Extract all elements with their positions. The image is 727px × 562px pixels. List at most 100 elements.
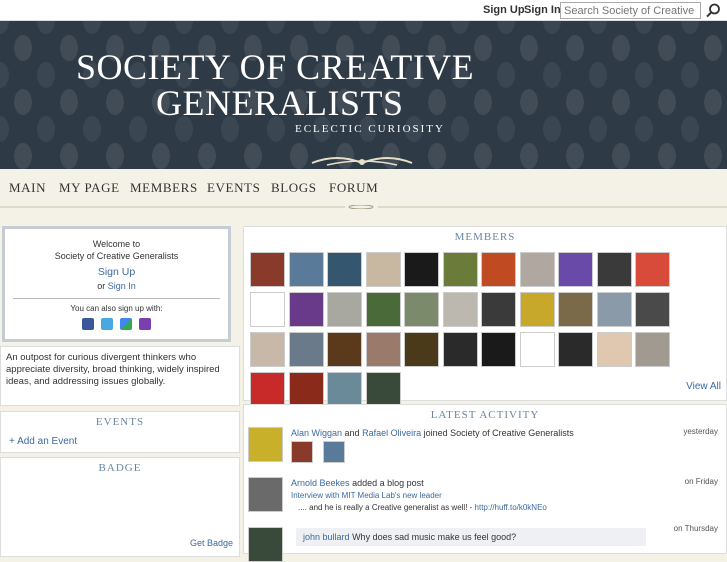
nav-events[interactable]: EVENTS (207, 180, 260, 196)
and-text: and (344, 428, 360, 438)
signin-link[interactable]: Sign In (524, 4, 561, 16)
member-avatar[interactable] (288, 332, 324, 367)
member-avatar[interactable] (250, 372, 285, 407)
facebook-icon[interactable] (81, 318, 94, 330)
members-box: MEMBERS View All (243, 226, 727, 407)
member-avatar[interactable] (365, 332, 401, 367)
activity-post-title: Interview with MIT Media Lab's new leade… (291, 491, 442, 500)
activity-user-link[interactable]: Rafael Oliveira (362, 428, 421, 438)
get-badge-link[interactable]: Get Badge (190, 538, 233, 548)
top-bar: Sign Up Sign In (0, 0, 727, 21)
excerpt-link[interactable]: http://huff.to/k0kNEo (475, 503, 547, 512)
member-avatar[interactable] (327, 252, 362, 287)
member-avatar[interactable] (519, 332, 555, 367)
google-icon[interactable] (120, 318, 133, 330)
social-signup-icons (5, 318, 228, 332)
welcome-line: Welcome to (92, 239, 141, 249)
activity-item: john bullard Why does sad music make us … (248, 524, 718, 562)
member-avatar[interactable] (481, 252, 516, 287)
site-title-line1: SOCIETY OF CREATIVE (76, 47, 475, 87)
nav-my-page[interactable]: MY PAGE (59, 180, 120, 196)
view-all-members-link[interactable]: View All (686, 381, 721, 392)
activity-avatar[interactable] (248, 477, 283, 512)
members-title: MEMBERS (454, 231, 516, 243)
welcome-divider (13, 298, 220, 299)
activity-item: Arnold Beekes added a blog post Intervie… (248, 477, 718, 517)
member-avatar[interactable] (596, 252, 632, 287)
member-avatar[interactable] (250, 252, 285, 287)
member-avatar[interactable] (635, 292, 670, 327)
member-avatar[interactable] (327, 332, 362, 367)
add-event-link[interactable]: + Add an Event (9, 436, 77, 447)
member-avatar[interactable] (365, 252, 401, 287)
yahoo-icon[interactable] (139, 318, 152, 330)
activity-text: john bullard Why does sad music make us … (303, 532, 516, 542)
activity-time: yesterday (683, 427, 718, 436)
member-avatar[interactable] (558, 252, 593, 287)
activity-excerpt: .... and he is really a Creative general… (298, 503, 547, 512)
activity-box: LATEST ACTIVITY Alan Wiggan and Rafael O… (243, 404, 727, 562)
member-avatar[interactable] (365, 292, 401, 327)
member-avatar[interactable] (558, 332, 593, 367)
signup-link[interactable]: Sign Up (483, 4, 525, 16)
member-avatar[interactable] (404, 332, 439, 367)
welcome-site-name: Society of Creative Generalists (54, 251, 179, 261)
activity-avatar[interactable] (248, 427, 283, 462)
member-avatar[interactable] (442, 252, 478, 287)
member-avatar[interactable] (365, 372, 401, 407)
activity-action: added a blog post (352, 478, 424, 488)
activity-item: Alan Wiggan and Rafael Oliveira joined S… (248, 427, 718, 467)
member-avatar[interactable] (481, 332, 516, 367)
member-avatar[interactable] (404, 292, 439, 327)
activity-thumb[interactable] (291, 441, 313, 463)
welcome-signin-link[interactable]: Sign In (108, 281, 136, 291)
member-avatar[interactable] (442, 292, 478, 327)
activity-time: on Thursday (673, 524, 718, 533)
nav-main[interactable]: MAIN (9, 180, 46, 196)
activity-user-link[interactable]: john bullard (303, 532, 350, 542)
main-nav: MAIN MY PAGE MEMBERS EVENTS BLOGS FORUM (0, 169, 727, 205)
member-avatar[interactable] (635, 332, 670, 367)
excerpt-text: .... and he is really a Creative general… (298, 503, 468, 512)
ornament-icon (311, 157, 413, 166)
member-avatar[interactable] (635, 252, 670, 287)
badge-box: BADGE Get Badge (0, 457, 240, 557)
activity-user-link[interactable]: Arnold Beekes (291, 478, 350, 488)
member-avatar[interactable] (519, 252, 555, 287)
nav-divider (0, 205, 727, 209)
member-avatar[interactable] (327, 292, 362, 327)
search-icon[interactable] (705, 2, 722, 19)
nav-members[interactable]: MEMBERS (130, 180, 198, 196)
activity-user-link[interactable]: Alan Wiggan (291, 428, 342, 438)
member-avatar[interactable] (442, 332, 478, 367)
nav-forum[interactable]: FORUM (329, 180, 378, 196)
site-tagline: ECLECTIC CURIOSITY (295, 123, 445, 135)
or-text: or (97, 281, 106, 291)
welcome-box: Welcome to Society of Creative Generalis… (2, 226, 231, 342)
nav-blogs[interactable]: BLOGS (271, 180, 317, 196)
welcome-signup-link[interactable]: Sign Up (98, 266, 135, 278)
member-avatar[interactable] (288, 372, 324, 407)
activity-text: Arnold Beekes added a blog post (291, 478, 424, 488)
member-avatar[interactable] (519, 292, 555, 327)
member-avatar[interactable] (481, 292, 516, 327)
badge-title: BADGE (98, 462, 142, 474)
member-avatar[interactable] (250, 332, 285, 367)
activity-thumb[interactable] (323, 441, 345, 463)
member-avatar[interactable] (596, 332, 632, 367)
member-avatar[interactable] (327, 372, 362, 407)
site-title[interactable]: SOCIETY OF CREATIVE GENERALISTS (76, 49, 496, 121)
member-avatar[interactable] (558, 292, 593, 327)
member-avatar[interactable] (250, 292, 285, 327)
blog-post-link[interactable]: Interview with MIT Media Lab's new leade… (291, 491, 442, 500)
twitter-icon[interactable] (100, 318, 113, 330)
member-avatar[interactable] (288, 252, 324, 287)
site-title-line2: GENERALISTS (156, 83, 404, 123)
welcome-or-line: or Sign In (5, 281, 228, 291)
member-avatar[interactable] (288, 292, 324, 327)
activity-action: Why does sad music make us feel good? (352, 532, 517, 542)
member-avatar[interactable] (404, 252, 439, 287)
member-avatar[interactable] (596, 292, 632, 327)
activity-time: on Friday (684, 477, 718, 486)
search-input[interactable] (560, 2, 701, 19)
